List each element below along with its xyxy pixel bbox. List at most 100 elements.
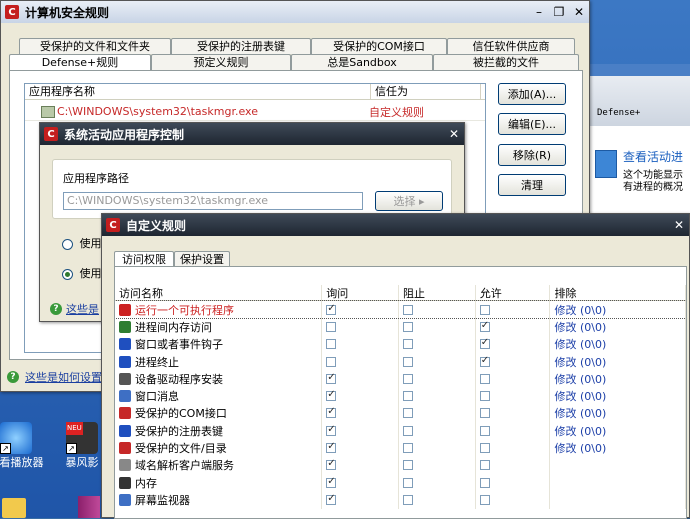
block-checkbox[interactable] — [403, 460, 413, 471]
allow-checkbox[interactable] — [479, 443, 490, 454]
column-access-name[interactable]: 访问名称 — [115, 285, 323, 300]
title-bar[interactable]: C 自定义规则 ✕ — [102, 214, 689, 236]
allow-checkbox[interactable] — [479, 408, 490, 419]
table-row[interactable]: 受保护的COM接口 修改 (0\0) — [115, 404, 686, 423]
radio-button[interactable] — [62, 268, 73, 280]
ask-checkbox[interactable] — [326, 321, 337, 332]
ask-checkbox[interactable] — [326, 303, 337, 315]
title-bar[interactable]: C 系统活动应用程序控制 ✕ — [40, 123, 464, 145]
tab-protected-files[interactable]: 受保护的文件和文件夹 — [19, 38, 171, 54]
tab-trusted-vendors[interactable]: 信任软件供应商 — [447, 38, 575, 54]
tab-predefined-rules[interactable]: 预定义规则 — [151, 54, 291, 70]
modify-exclusions-link[interactable]: 修改 (0\0) — [554, 405, 606, 421]
table-row[interactable]: 屏幕监视器 — [115, 491, 686, 509]
tab-protection-settings[interactable]: 保护设置 — [174, 251, 230, 267]
allow-checkbox[interactable] — [479, 477, 490, 488]
radio-button[interactable] — [62, 238, 73, 250]
ask-checkbox[interactable] — [326, 406, 337, 419]
purge-button[interactable]: 清理 — [498, 174, 566, 196]
modify-exclusions-link[interactable]: 修改 (0\0) — [554, 354, 606, 370]
modify-exclusions-link[interactable]: 修改 (0\0) — [554, 371, 606, 387]
block-checkbox[interactable] — [403, 443, 413, 454]
help-hint[interactable]: ? 这些是如何设置 — [7, 369, 102, 385]
view-activity-link[interactable]: 查看活动进 — [623, 148, 683, 165]
block-checkbox[interactable] — [403, 408, 413, 419]
block-checkbox[interactable] — [403, 391, 413, 402]
modify-exclusions-link[interactable]: 修改 (0\0) — [554, 388, 606, 404]
modify-exclusions-link[interactable]: 修改 (0\0) — [554, 302, 606, 318]
access-rights-table: 访问名称 询问 阻止 允许 排除 运行一个可执行程序修改 (0\0)进程间内存访… — [114, 266, 687, 519]
close-icon[interactable]: ✕ — [673, 218, 685, 232]
block-checkbox[interactable] — [403, 494, 413, 505]
tab-defense-rules[interactable]: Defense+规则 — [9, 54, 151, 70]
modify-exclusions-link[interactable]: 修改 (0\0) — [554, 440, 606, 456]
allow-checkbox[interactable] — [479, 391, 490, 402]
allow-checkbox[interactable] — [479, 494, 490, 505]
block-checkbox[interactable] — [403, 373, 413, 384]
ask-checkbox[interactable] — [326, 493, 337, 505]
ask-checkbox[interactable] — [326, 372, 337, 384]
block-checkbox[interactable] — [403, 477, 413, 488]
ask-checkbox[interactable] — [326, 424, 337, 436]
table-row[interactable]: 设备驱动程序安装 修改 (0\0) — [115, 370, 686, 388]
block-checkbox[interactable] — [403, 339, 413, 350]
block-checkbox[interactable] — [403, 425, 413, 436]
title-bar[interactable]: C 计算机安全规则 – ❐ ✕ — [1, 1, 589, 23]
column-trust[interactable]: 信任为 — [371, 84, 481, 99]
close-icon[interactable]: ✕ — [573, 5, 585, 19]
table-row[interactable]: 进程终止 修改 (0\0) — [115, 352, 686, 371]
block-checkbox[interactable] — [403, 321, 413, 332]
archive-icon[interactable] — [78, 496, 100, 518]
desktop-icon-kankan[interactable]: ↗ 看看播放器 — [0, 422, 46, 469]
folder-icon[interactable] — [2, 498, 26, 518]
table-row[interactable]: 窗口消息 修改 (0\0) — [115, 387, 686, 405]
tab-protected-com[interactable]: 受保护的COM接口 — [311, 38, 447, 54]
edit-button[interactable]: 编辑(E)... — [498, 113, 566, 135]
column-ask[interactable]: 询问 — [322, 285, 399, 300]
tab-always-sandbox[interactable]: 总是Sandbox — [291, 54, 433, 70]
path-field[interactable]: C:\WINDOWS\system32\taskmgr.exe — [63, 192, 363, 210]
table-row[interactable]: C:\WINDOWS\system32\taskmgr.exe 自定义规则 — [25, 103, 485, 121]
allow-checkbox[interactable] — [479, 425, 490, 436]
ask-checkbox[interactable] — [326, 458, 337, 471]
column-app-name[interactable]: 应用程序名称 — [25, 84, 371, 99]
tab-access-rights[interactable]: 访问权限 — [114, 251, 174, 267]
ask-checkbox[interactable] — [326, 339, 337, 350]
ask-checkbox[interactable] — [326, 441, 337, 454]
restore-icon[interactable]: ❐ — [553, 5, 565, 19]
table-row[interactable]: 进程间内存访问 修改 (0\0) — [115, 318, 686, 336]
select-button[interactable]: 选择 ▸ — [375, 191, 443, 211]
table-row[interactable]: 运行一个可执行程序 修改 (0\0) — [115, 299, 686, 320]
column-exclude[interactable]: 排除 — [550, 285, 686, 300]
ask-checkbox[interactable] — [326, 356, 337, 367]
allow-checkbox[interactable] — [479, 320, 490, 332]
tab-blocked-files[interactable]: 被拦截的文件 — [433, 54, 579, 70]
allow-checkbox[interactable] — [479, 460, 490, 471]
table-row[interactable]: 窗口或者事件钩子 修改 (0\0) — [115, 335, 686, 353]
tab-protected-registry[interactable]: 受保护的注册表键 — [171, 38, 311, 54]
modify-exclusions-link[interactable]: 修改 (0\0) — [554, 319, 606, 335]
modify-exclusions-link[interactable]: 修改 (0\0) — [554, 423, 606, 439]
minimize-icon[interactable]: – — [533, 5, 545, 19]
modify-exclusions-link[interactable]: 修改 (0\0) — [554, 336, 606, 352]
close-icon[interactable]: ✕ — [448, 127, 460, 141]
block-checkbox[interactable] — [403, 356, 413, 367]
help-hint[interactable]: ? 这些是 — [50, 301, 99, 317]
allow-checkbox[interactable] — [479, 373, 490, 384]
table-row[interactable]: 受保护的注册表键 修改 (0\0) — [115, 422, 686, 440]
table-row[interactable]: 内存 — [115, 473, 686, 492]
allow-checkbox[interactable] — [479, 355, 490, 367]
block-checkbox[interactable] — [403, 304, 413, 315]
radio-option-1[interactable]: 使用 — [62, 235, 102, 251]
ask-checkbox[interactable] — [326, 476, 337, 488]
column-block[interactable]: 阻止 — [399, 285, 476, 300]
radio-option-2[interactable]: 使用 — [62, 265, 102, 281]
remove-button[interactable]: 移除(R) — [498, 144, 566, 166]
table-row[interactable]: 域名解析客户端服务 — [115, 456, 686, 474]
allow-checkbox[interactable] — [479, 304, 490, 315]
add-button[interactable]: 添加(A)... — [498, 83, 566, 105]
ask-checkbox[interactable] — [326, 389, 337, 402]
table-row[interactable]: 受保护的文件/目录 修改 (0\0) — [115, 439, 686, 457]
column-allow[interactable]: 允许 — [476, 285, 551, 300]
allow-checkbox[interactable] — [479, 337, 490, 350]
